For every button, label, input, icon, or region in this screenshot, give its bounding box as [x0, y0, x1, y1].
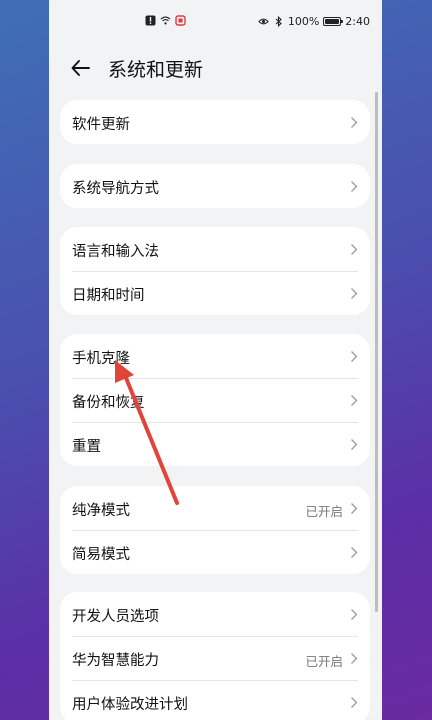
row-label: 语言和输入法 — [72, 244, 159, 260]
chevron-right-icon — [351, 117, 358, 128]
row-label: 手机克隆 — [72, 351, 130, 367]
back-arrow-icon[interactable] — [69, 56, 93, 80]
group-clone-backup: 手机克隆 备份和恢复 重置 — [60, 334, 370, 466]
row-label: 华为智慧能力 — [72, 653, 159, 669]
row-simple-mode[interactable]: 简易模式 — [60, 530, 370, 574]
row-user-experience-program[interactable]: 用户体验改进计划 — [60, 680, 370, 720]
chevron-right-icon — [351, 503, 358, 514]
status-left — [145, 15, 186, 26]
row-status-value: 已开启 — [305, 654, 343, 669]
row-label: 备份和恢复 — [72, 395, 145, 411]
eye-icon — [258, 18, 269, 25]
row-label: 用户体验改进计划 — [72, 697, 188, 713]
row-pure-mode[interactable]: 纯净模式 已开启 — [60, 486, 370, 530]
row-label: 日期和时间 — [72, 288, 145, 304]
scrollbar[interactable] — [375, 92, 378, 612]
alert-icon — [145, 15, 156, 26]
status-bar: 100% 2:40 — [49, 0, 382, 44]
row-label: 系统导航方式 — [72, 181, 159, 197]
chevron-right-icon — [351, 547, 358, 558]
battery-icon — [323, 17, 344, 26]
row-label: 简易模式 — [72, 547, 130, 563]
chevron-right-icon — [351, 244, 358, 255]
status-right: 100% 2:40 — [258, 15, 370, 28]
row-software-update[interactable]: 软件更新 — [60, 100, 370, 144]
chevron-right-icon — [351, 697, 358, 708]
row-status-value: 已开启 — [305, 504, 343, 519]
chevron-right-icon — [351, 439, 358, 450]
group-modes: 纯净模式 已开启 简易模式 — [60, 486, 370, 574]
row-language-input[interactable]: 语言和输入法 — [60, 227, 370, 271]
battery-percent: 100% — [287, 15, 320, 28]
group-software: 软件更新 — [60, 100, 370, 144]
row-label: 重置 — [72, 439, 101, 455]
chevron-right-icon — [351, 288, 358, 299]
header: 系统和更新 — [49, 48, 382, 88]
chevron-right-icon — [351, 395, 358, 406]
row-reset[interactable]: 重置 — [60, 422, 370, 466]
chevron-right-icon — [351, 609, 358, 620]
chevron-right-icon — [351, 351, 358, 362]
clock: 2:40 — [345, 15, 370, 28]
row-date-time[interactable]: 日期和时间 — [60, 271, 370, 315]
row-label: 开发人员选项 — [72, 609, 159, 625]
page-title: 系统和更新 — [108, 59, 204, 81]
row-label: 软件更新 — [72, 117, 130, 133]
row-phone-clone[interactable]: 手机克隆 — [60, 334, 370, 378]
group-developer: 开发人员选项 华为智慧能力 已开启 用户体验改进计划 — [60, 592, 370, 720]
wifi-icon — [160, 16, 171, 25]
phone-screen: 100% 2:40 系统和更新 软件更新 系统导航方式 语言和输入法 日期和时间 — [49, 0, 382, 720]
group-language-date: 语言和输入法 日期和时间 — [60, 227, 370, 315]
row-backup-restore[interactable]: 备份和恢复 — [60, 378, 370, 422]
bluetooth-icon — [275, 16, 282, 27]
notification-icon — [175, 15, 186, 26]
row-developer-options[interactable]: 开发人员选项 — [60, 592, 370, 636]
chevron-right-icon — [351, 653, 358, 664]
group-navigation: 系统导航方式 — [60, 164, 370, 208]
row-label: 纯净模式 — [72, 503, 130, 519]
chevron-right-icon — [351, 181, 358, 192]
row-huawei-assistant[interactable]: 华为智慧能力 已开启 — [60, 636, 370, 680]
row-navigation-mode[interactable]: 系统导航方式 — [60, 164, 370, 208]
